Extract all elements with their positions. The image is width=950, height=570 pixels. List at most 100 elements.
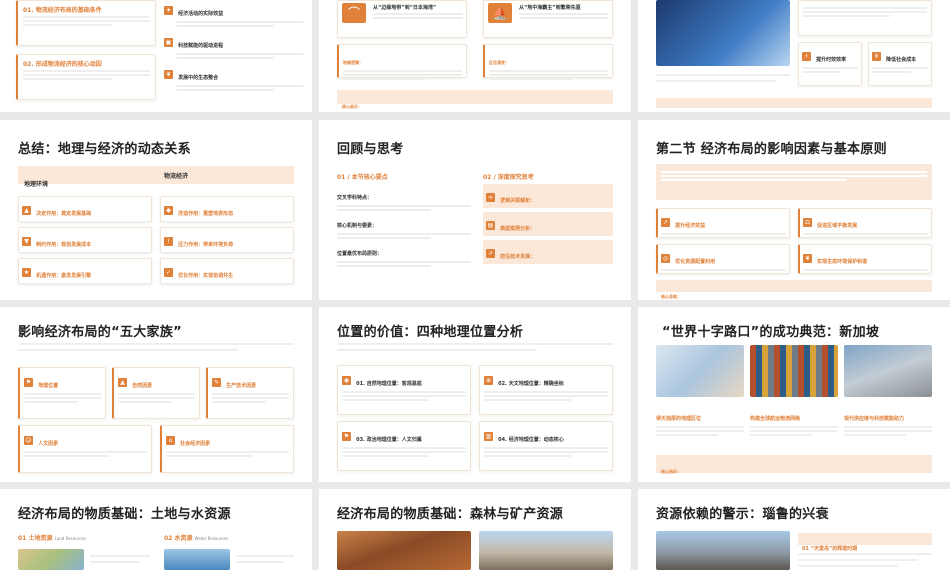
card-efficiency: ⚡ 提升时效效率 bbox=[798, 42, 862, 86]
leaf-icon: ❦ bbox=[164, 70, 173, 79]
card-japan-sea: ⌒ 从“边缘地带”到“日本海湾” bbox=[337, 0, 467, 38]
water-image bbox=[164, 549, 230, 570]
sailboat-icon: ⛵ bbox=[488, 3, 512, 23]
bolt-icon: ✦ bbox=[164, 6, 173, 15]
page-title: 经济布局的物质基础：森林与矿产资源 bbox=[337, 507, 564, 522]
truck-image bbox=[656, 0, 790, 66]
points-right: ∞ 逻辑关联解析： ▤ 典型案例分析： ➚ 前沿技术发展： bbox=[483, 184, 613, 266]
effect-title: 制约作用：规划发展成本 bbox=[36, 242, 92, 248]
resource-icon: ◎ bbox=[661, 254, 670, 263]
effect-card: ! 压力作用：带来环境负荷 bbox=[160, 227, 294, 254]
principle-card: ⚖ 促进区域平衡发展 bbox=[798, 208, 932, 238]
principle-title: 提升经济效益 bbox=[675, 223, 706, 229]
relation-band: 地理环境 物流经济 bbox=[18, 166, 294, 188]
effect-title: 改造作用：重塑地表形态 bbox=[178, 211, 234, 217]
think-card: ➚ 前沿技术发展： bbox=[483, 240, 613, 266]
principle-card: ↗ 提升经济效益 bbox=[656, 208, 790, 238]
people-icon: ☺ bbox=[24, 436, 33, 445]
factor-card: ▲ 自然因素 bbox=[112, 367, 200, 419]
slide-location-value[interactable]: 位置的价值：四种地理位置分析 ◉ 01. 自然地理位置：客观基底 ⊕ 02. 天… bbox=[319, 307, 631, 482]
factor-title: 自然因素 bbox=[132, 383, 153, 389]
effect-title: 机遇作用：激发发展引擎 bbox=[36, 273, 92, 279]
slide-review[interactable]: 回顾与思考 01 / 本节核心要点 02 / 深度探究思考 交叉学科特点： 核心… bbox=[319, 120, 631, 300]
slide-land-water[interactable]: 经济布局的物质基础：土地与水资源 01 土地资源 Land Resources … bbox=[0, 489, 312, 570]
forest-image bbox=[337, 531, 471, 570]
case-icon: ▤ bbox=[486, 221, 495, 230]
rocket-icon: ➚ bbox=[486, 249, 495, 258]
card-title: 提升时效效率 bbox=[816, 57, 847, 63]
tab-land: 01 土地资源 Land Resources bbox=[18, 533, 86, 542]
core-label: 核心启示： bbox=[342, 104, 362, 109]
effect-title: 决定作用：奠定发展基础 bbox=[36, 211, 92, 217]
speed-icon: ⚡ bbox=[802, 52, 811, 61]
effect-card: ▲ 决定作用：奠定发展基础 bbox=[18, 196, 152, 223]
slide-port-comparison[interactable]: ⌒ 从“边缘地带”到“日本海湾” ⛵ 从“地中海霸主”到繁荣先驱 地缘逻辑： 区… bbox=[319, 0, 631, 112]
location-card: ⊕ 02. 天文地理位置：精确坐标 bbox=[479, 365, 613, 415]
slide-five-factors[interactable]: 影响经济布局的“五大家族” ⚑ 地理位置 ▲ 自然因素 ✎ 生产技术因素 ☺ 人… bbox=[0, 307, 312, 482]
factor-title: 人文因素 bbox=[38, 441, 59, 447]
page-title: 第二节 经济布局的影响因素与基本原则 bbox=[656, 142, 887, 157]
location-title: 01. 自然地理位置：客观基底 bbox=[356, 381, 422, 387]
effect-card: ◆ 改造作用：重塑地表形态 bbox=[160, 196, 294, 223]
effect-card: ✓ 优化作用：实现协调共生 bbox=[160, 258, 294, 285]
slide-smart-logistics[interactable]: ⚡ 提升时效效率 ¥ 降低社会成本 bbox=[638, 0, 950, 112]
society-icon: ⌂ bbox=[166, 436, 175, 445]
think-title: 典型案例分析： bbox=[500, 226, 536, 232]
principle-card: ❦ 实现生态环境保护和谐 bbox=[798, 244, 932, 274]
pin-icon: ⚑ bbox=[24, 378, 33, 387]
slide-forest-mineral[interactable]: 经济布局的物质基础：森林与矿产资源 bbox=[319, 489, 631, 570]
points-left: 交叉学科特点： 核心机制与要素： 位置最优布局原则： bbox=[337, 184, 471, 268]
intro-band bbox=[656, 164, 932, 200]
factor-card: ⌂ 社会经济因素 bbox=[160, 425, 294, 473]
tab-sublabel: Land Resources bbox=[54, 536, 86, 541]
core-insight-band: 核心启示： bbox=[337, 90, 613, 109]
factor-card: ☺ 人文因素 bbox=[18, 425, 152, 473]
slide-nauru[interactable]: 资源依赖的警示：瑙鲁的兴衰 01 “天堂岛”的辉煌时期 bbox=[638, 489, 950, 570]
effect-card: ▼ 制约作用：规划发展成本 bbox=[18, 227, 152, 254]
tab-water: 02 水资源 Water Resources bbox=[164, 533, 228, 542]
feature-title: 构建全球航运物流网络 bbox=[750, 416, 801, 422]
location-card: ▥ 04. 经济地理位置：动态核心 bbox=[479, 421, 613, 471]
slide-principles[interactable]: 第二节 经济布局的影响因素与基本原则 ↗ 提升经济效益 ⚖ 促进区域平衡发展 ◎… bbox=[638, 120, 950, 300]
think-title: 逻辑关联解析： bbox=[500, 198, 536, 204]
map-image bbox=[656, 345, 744, 397]
location-card: ◉ 01. 自然地理位置：客观基底 bbox=[337, 365, 471, 415]
point-title: 交叉学科特点： bbox=[337, 195, 373, 201]
band-right-label: 物流经济 bbox=[164, 173, 189, 180]
card-title: 01. 物流经济布局的基础条件 bbox=[23, 7, 102, 14]
nauru-image bbox=[656, 531, 790, 570]
arch-icon: ⌒ bbox=[342, 3, 366, 23]
link-icon: ∞ bbox=[486, 193, 495, 202]
card-location-evolution: 区位演变： bbox=[483, 44, 613, 80]
effect-card: ★ 机遇作用：激发发展引擎 bbox=[18, 258, 152, 285]
card-top-right bbox=[798, 0, 932, 36]
list-item-title: 科技赋能的驱动进程 bbox=[178, 43, 224, 49]
chip-icon: ▣ bbox=[164, 38, 173, 47]
factor-title: 地理位置 bbox=[38, 383, 59, 389]
page-title: 总结：地理与经济的动态关系 bbox=[18, 142, 191, 157]
slide-summary[interactable]: 总结：地理与经济的动态关系 地理环境 物流经济 ▲ 决定作用：奠定发展基础 ▼ … bbox=[0, 120, 312, 300]
slide-logistics-conditions[interactable]: 01. 物流经济布局的基础条件 02. 形成物流经济的核心动因 ✦ 经济活动的实… bbox=[0, 0, 312, 112]
band-left-label: 地理环境 bbox=[24, 181, 49, 188]
slide-singapore[interactable]: “世界十字路口”的成功典范：新加坡 得天独厚的地理区位 构建全球航运物流网络 现… bbox=[638, 307, 950, 482]
harmony-icon: ✓ bbox=[164, 268, 173, 277]
location-title: 03. 政治地理位置：人文归属 bbox=[356, 437, 422, 443]
list-item-title: 经济活动的实际效益 bbox=[178, 11, 224, 17]
feature-title: 得天独厚的地理区位 bbox=[656, 416, 702, 422]
page-title: 回顾与思考 bbox=[337, 142, 404, 157]
think-title: 前沿技术发展： bbox=[500, 254, 536, 260]
sub-title-right: 02 / 深度探究思考 bbox=[483, 174, 534, 181]
feature-1: 得天独厚的地理区位 bbox=[656, 405, 744, 438]
cost-down-icon: ¥ bbox=[872, 52, 881, 61]
wrench-icon: ✎ bbox=[212, 378, 221, 387]
chart-up-icon: ↗ bbox=[661, 218, 670, 227]
airport-image bbox=[844, 345, 932, 397]
pressure-icon: ! bbox=[164, 237, 173, 246]
mountain-icon: ▲ bbox=[118, 378, 127, 387]
opportunity-icon: ★ bbox=[22, 268, 31, 277]
tag-label: 区位演变： bbox=[489, 60, 509, 65]
effect-title: 压力作用：带来环境负荷 bbox=[178, 242, 234, 248]
card-mediterranean: ⛵ 从“地中海霸主”到繁荣先驱 bbox=[483, 0, 613, 38]
globe-icon: ◉ bbox=[342, 376, 351, 385]
location-card: ⚑ 03. 政治地理位置：人文归属 bbox=[337, 421, 471, 471]
